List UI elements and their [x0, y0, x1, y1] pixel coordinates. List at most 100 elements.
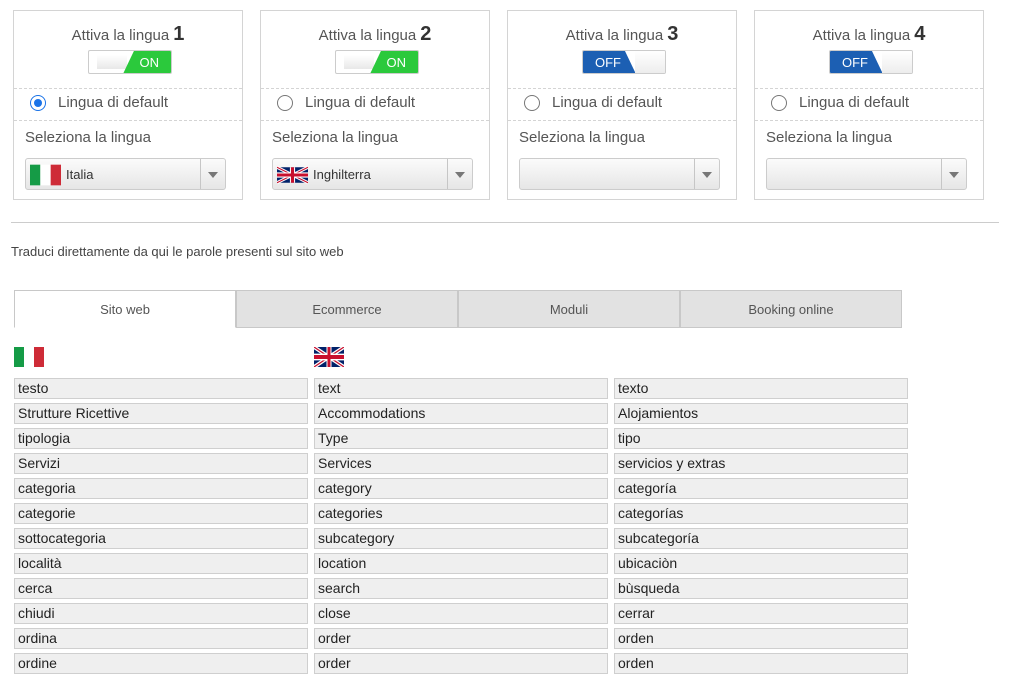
spanish-translation-field[interactable]: categoría: [614, 478, 908, 499]
language-toggle[interactable]: ON: [335, 50, 419, 74]
language-toggle[interactable]: OFF: [582, 50, 666, 74]
spanish-translation-field[interactable]: servicios y extras: [614, 453, 908, 474]
english-translation-field[interactable]: location: [314, 553, 608, 574]
section-divider: [11, 222, 999, 223]
english-translation-field[interactable]: Accommodations: [314, 403, 608, 424]
toggle-label: ON: [386, 55, 407, 70]
spanish-translation-field[interactable]: subcategoría: [614, 528, 908, 549]
spanish-translation-field[interactable]: orden: [614, 628, 908, 649]
italian-translation-field[interactable]: Servizi: [14, 453, 308, 474]
divider: [14, 88, 242, 89]
divider: [261, 88, 489, 89]
chevron-down-icon[interactable]: [208, 172, 218, 178]
italian-translation-field[interactable]: ordine: [14, 653, 308, 674]
card-title: Attiva la lingua 4: [755, 23, 983, 46]
italian-translation-field[interactable]: chiudi: [14, 603, 308, 624]
italian-column: testo Strutture Ricettive tipologia Servizi…: [14, 378, 308, 678]
divider: [14, 120, 242, 121]
italian-translation-field[interactable]: località: [14, 553, 308, 574]
select-language-label: Seleziona la lingua: [766, 129, 892, 146]
english-translation-field[interactable]: search: [314, 578, 608, 599]
card-title-text: Attiva la lingua: [71, 27, 170, 44]
italian-translation-field[interactable]: ordina: [14, 628, 308, 649]
spanish-translation-field[interactable]: orden: [614, 653, 908, 674]
default-radio-label: Lingua di default: [305, 94, 416, 111]
italian-translation-field[interactable]: categorie: [14, 503, 308, 524]
card-number: 1: [173, 23, 185, 45]
select-language-label: Seleziona la lingua: [25, 129, 151, 146]
uk-flag-icon: [277, 165, 308, 185]
toggle-knob: [97, 55, 127, 69]
spanish-translation-field[interactable]: ubicaciòn: [614, 553, 908, 574]
italian-translation-field[interactable]: sottocategoria: [14, 528, 308, 549]
select-language-label: Seleziona la lingua: [519, 129, 645, 146]
italian-translation-field[interactable]: Strutture Ricettive: [14, 403, 308, 424]
tab-booking-online[interactable]: Booking online: [680, 290, 902, 328]
default-radio-label: Lingua di default: [799, 94, 910, 111]
language-select[interactable]: [766, 158, 967, 190]
toggle-knob: [635, 51, 665, 73]
toggle-knob: [882, 51, 912, 73]
spanish-translation-field[interactable]: tipo: [614, 428, 908, 449]
default-radio-label: Lingua di default: [58, 94, 169, 111]
tab-sito-web[interactable]: Sito web: [14, 290, 236, 328]
divider: [755, 120, 983, 121]
language-card-1: Attiva la lingua 1 ON Lingua di default S…: [13, 10, 243, 200]
default-radio[interactable]: [277, 95, 293, 111]
select-divider: [447, 159, 448, 189]
toggle-label: ON: [139, 55, 160, 70]
italian-translation-field[interactable]: cerca: [14, 578, 308, 599]
language-toggle[interactable]: ON: [88, 50, 172, 74]
card-title-text: Attiva la lingua: [812, 27, 911, 44]
language-select[interactable]: Inghilterra: [272, 158, 473, 190]
chevron-down-icon[interactable]: [949, 172, 959, 178]
english-translation-field[interactable]: Services: [314, 453, 608, 474]
chevron-down-icon[interactable]: [702, 172, 712, 178]
default-radio[interactable]: [771, 95, 787, 111]
english-translation-field[interactable]: order: [314, 653, 608, 674]
default-radio-label: Lingua di default: [552, 94, 663, 111]
italy-flag-icon: [14, 347, 44, 367]
select-divider: [694, 159, 695, 189]
language-select[interactable]: Italia: [25, 158, 226, 190]
language-select-value: Italia: [66, 167, 94, 182]
italian-translation-field[interactable]: tipologia: [14, 428, 308, 449]
card-number: 2: [420, 23, 432, 45]
language-card-4: Attiva la lingua 4 OFF Lingua di default …: [754, 10, 984, 200]
divider: [755, 88, 983, 89]
spanish-translation-field[interactable]: Alojamientos: [614, 403, 908, 424]
english-translation-field[interactable]: text: [314, 378, 608, 399]
spanish-translation-field[interactable]: cerrar: [614, 603, 908, 624]
card-number: 3: [667, 23, 679, 45]
card-title: Attiva la lingua 1: [14, 23, 242, 46]
english-translation-field[interactable]: order: [314, 628, 608, 649]
italian-translation-field[interactable]: testo: [14, 378, 308, 399]
spanish-translation-field[interactable]: texto: [614, 378, 908, 399]
select-divider: [941, 159, 942, 189]
italian-translation-field[interactable]: categoria: [14, 478, 308, 499]
default-radio[interactable]: [30, 95, 46, 111]
english-translation-field[interactable]: close: [314, 603, 608, 624]
tab-moduli[interactable]: Moduli: [458, 290, 680, 328]
spanish-translation-field[interactable]: categorías: [614, 503, 908, 524]
language-select-value: Inghilterra: [313, 167, 371, 182]
toggle-knob: [344, 55, 374, 69]
spanish-column: texto Alojamientos tipo servicios y extras c…: [614, 378, 908, 678]
english-translation-field[interactable]: subcategory: [314, 528, 608, 549]
language-card-2: Attiva la lingua 2 ON Lingua di default S…: [260, 10, 490, 200]
language-card-3: Attiva la lingua 3 OFF Lingua di default …: [507, 10, 737, 200]
english-translation-field[interactable]: Type: [314, 428, 608, 449]
toggle-label: OFF: [842, 55, 868, 70]
intro-text: Traduci direttamente da qui le parole pr…: [11, 244, 344, 259]
language-toggle[interactable]: OFF: [829, 50, 913, 74]
spanish-translation-field[interactable]: bùsqueda: [614, 578, 908, 599]
italy-flag-icon: [30, 164, 61, 186]
english-translation-field[interactable]: category: [314, 478, 608, 499]
card-title: Attiva la lingua 3: [508, 23, 736, 46]
default-radio[interactable]: [524, 95, 540, 111]
chevron-down-icon[interactable]: [455, 172, 465, 178]
language-select[interactable]: [519, 158, 720, 190]
english-translation-field[interactable]: categories: [314, 503, 608, 524]
toggle-label: OFF: [595, 55, 621, 70]
tab-ecommerce[interactable]: Ecommerce: [236, 290, 458, 328]
